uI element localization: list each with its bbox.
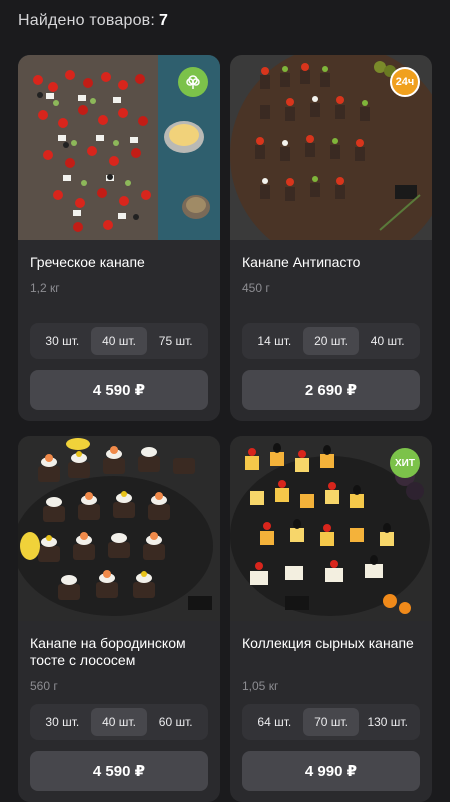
size-option[interactable]: 75 шт. (147, 327, 204, 355)
product-card[interactable]: Греческое канапе 1,2 кг 30 шт. 40 шт. 75… (18, 55, 220, 421)
price-button[interactable]: 4 590 ₽ (30, 751, 208, 791)
product-card[interactable]: ХИТ Коллекция сырных канапе 1,05 кг 64 ш… (230, 436, 432, 802)
product-image[interactable]: ХИТ (230, 436, 432, 621)
product-grid: Греческое канапе 1,2 кг 30 шт. 40 шт. 75… (18, 55, 432, 802)
product-image[interactable]: 24ч (230, 55, 432, 240)
price-button[interactable]: 2 690 ₽ (242, 370, 420, 410)
product-image[interactable] (18, 55, 220, 240)
results-count: Найдено товаров: 7 (18, 12, 168, 30)
hit-badge-icon: ХИТ (390, 448, 420, 478)
size-option[interactable]: 14 шт. (246, 327, 303, 355)
delivery-24h-badge-icon: 24ч (390, 67, 420, 97)
product-card[interactable]: 24ч Канапе Антипасто 450 г 14 шт. 20 шт.… (230, 55, 432, 421)
results-label: Найдено товаров: (18, 12, 156, 29)
size-option[interactable]: 30 шт. (34, 708, 91, 736)
size-option-selected[interactable]: 20 шт. (302, 327, 360, 355)
size-option-selected[interactable]: 70 шт. (302, 708, 360, 736)
product-title[interactable]: Канапе на бородинском тосте с лососем (30, 635, 210, 669)
size-option[interactable]: 130 шт. (359, 708, 416, 736)
price-button[interactable]: 4 990 ₽ (242, 751, 420, 791)
price-button[interactable]: 4 590 ₽ (30, 370, 208, 410)
results-number: 7 (159, 12, 169, 29)
size-selector: 30 шт. 40 шт. 75 шт. (30, 323, 208, 359)
product-title[interactable]: Канапе Антипасто (242, 254, 422, 271)
size-option[interactable]: 30 шт. (34, 327, 91, 355)
vegetarian-badge-icon (178, 67, 208, 97)
size-option[interactable]: 40 шт. (359, 327, 416, 355)
size-selector: 64 шт. 70 шт. 130 шт. (242, 704, 420, 740)
product-card[interactable]: Канапе на бородинском тосте с лососем 56… (18, 436, 220, 802)
size-option-selected[interactable]: 40 шт. (90, 327, 148, 355)
size-selector: 14 шт. 20 шт. 40 шт. (242, 323, 420, 359)
product-weight: 1,05 кг (242, 679, 279, 693)
product-weight: 450 г (242, 281, 270, 295)
size-option-selected[interactable]: 40 шт. (90, 708, 148, 736)
product-title[interactable]: Греческое канапе (30, 254, 210, 271)
size-option[interactable]: 64 шт. (246, 708, 303, 736)
product-weight: 560 г (30, 679, 58, 693)
product-title[interactable]: Коллекция сырных канапе (242, 635, 422, 652)
product-image[interactable] (18, 436, 220, 621)
size-option[interactable]: 60 шт. (147, 708, 204, 736)
product-weight: 1,2 кг (30, 281, 60, 295)
size-selector: 30 шт. 40 шт. 60 шт. (30, 704, 208, 740)
